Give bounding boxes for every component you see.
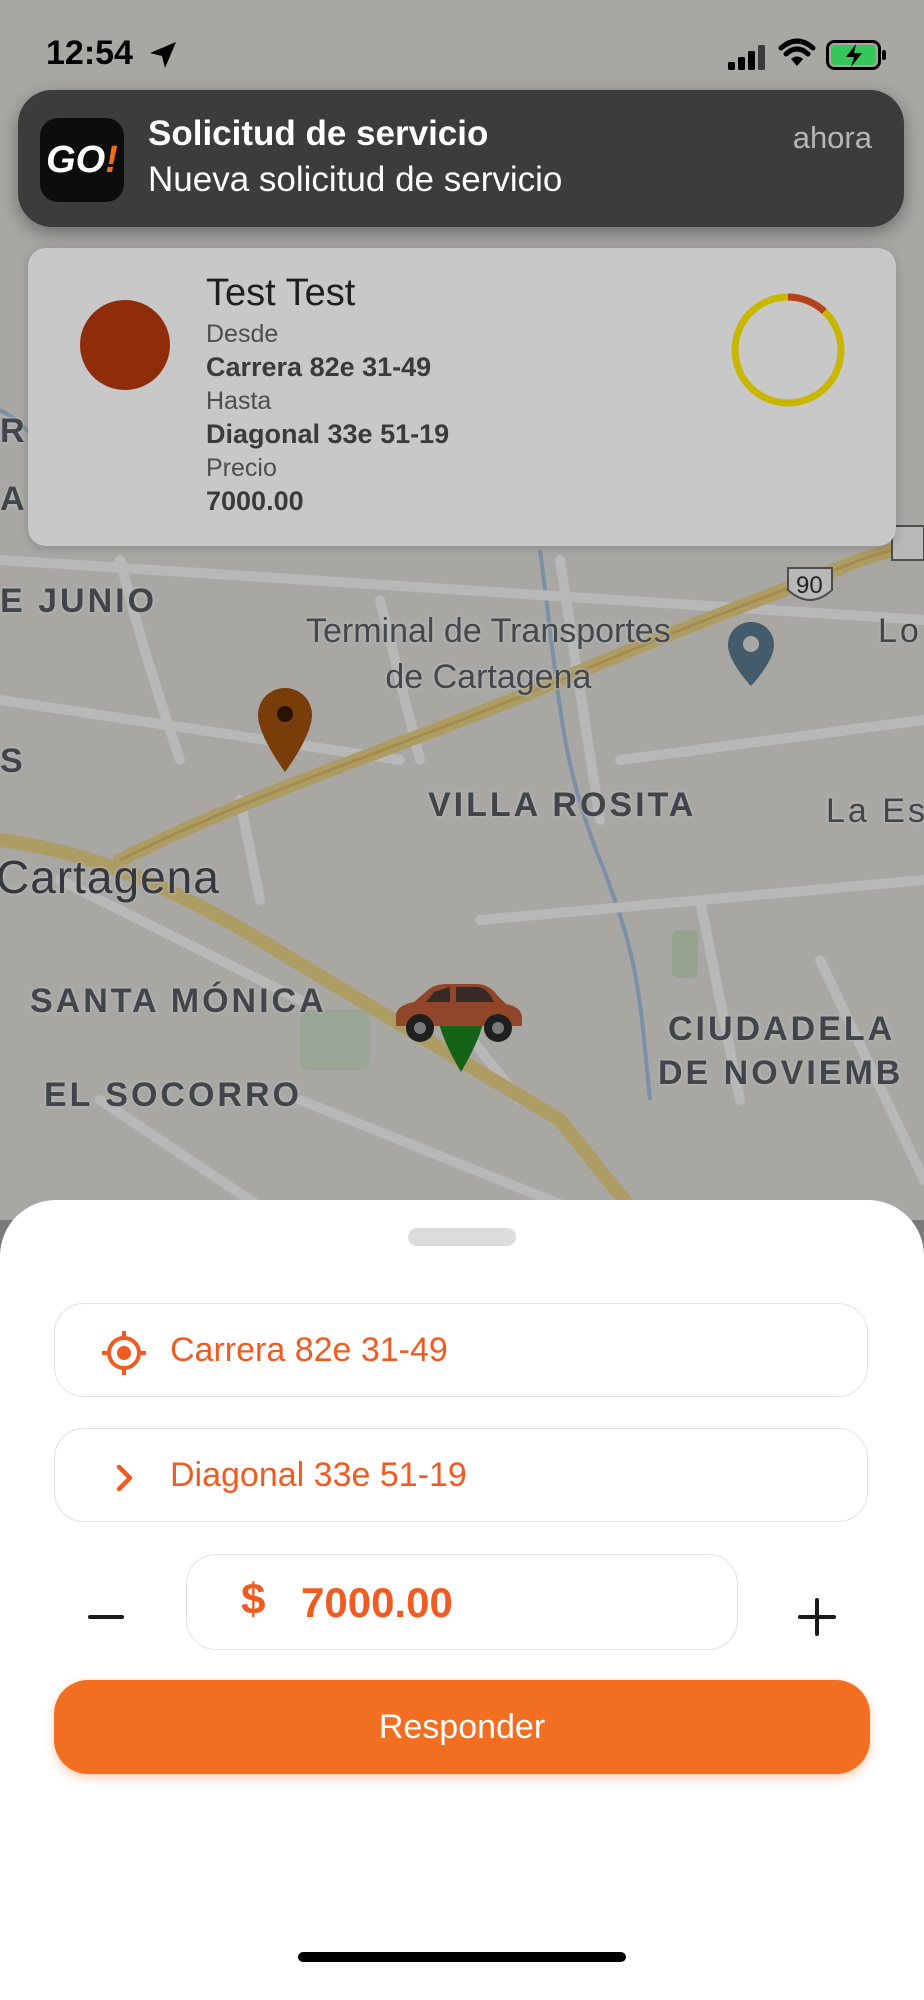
bottom-sheet[interactable]: Carrera 82e 31-49 Diagonal 33e 51-19 $ 7…	[0, 1200, 924, 2000]
price-input[interactable]: $ 7000.00	[186, 1554, 738, 1650]
timer-ring	[731, 293, 845, 407]
chevron-right-icon	[116, 1464, 133, 1492]
push-notification[interactable]: GO! Solicitud de servicio Nueva solicitu…	[18, 90, 904, 227]
app-logo-text: GO	[46, 138, 106, 181]
from-label: Desde	[206, 320, 279, 348]
home-indicator	[298, 1952, 626, 1962]
currency-symbol: $	[241, 1575, 266, 1624]
price-value: 7000.00	[206, 486, 304, 516]
price-input-value: 7000.00	[301, 1579, 453, 1626]
increase-price-button[interactable]	[782, 1582, 852, 1652]
location-arrow-icon	[150, 42, 176, 68]
notification-title: Solicitud de servicio	[148, 114, 489, 153]
to-label: Hasta	[206, 387, 272, 415]
app-logo-icon: GO!	[40, 118, 124, 202]
drag-handle[interactable]	[408, 1228, 516, 1246]
to-value: Diagonal 33e 51-19	[206, 419, 450, 449]
respond-button[interactable]: Responder	[54, 1680, 870, 1774]
destination-address: Diagonal 33e 51-19	[170, 1456, 467, 1494]
origin-address-field[interactable]: Carrera 82e 31-49	[54, 1303, 868, 1397]
notification-body: Nueva solicitud de servicio	[148, 160, 563, 199]
passenger-name: Test Test	[206, 272, 356, 314]
cellular-signal-icon	[728, 45, 765, 70]
status-bar: 12:54	[0, 0, 924, 100]
service-request-card[interactable]: Test Test Desde Carrera 82e 31-49 Hasta …	[28, 248, 896, 546]
target-location-icon	[102, 1331, 146, 1375]
wifi-icon	[778, 38, 816, 66]
battery-charging-icon	[826, 40, 886, 70]
status-time: 12:54	[46, 34, 133, 72]
decrease-price-button[interactable]	[70, 1582, 140, 1652]
price-label: Precio	[206, 454, 277, 482]
destination-address-field[interactable]: Diagonal 33e 51-19	[54, 1428, 868, 1522]
notification-time: ahora	[792, 120, 872, 155]
timer-ring-track	[731, 293, 845, 407]
origin-address: Carrera 82e 31-49	[170, 1331, 448, 1369]
app-logo-accent: !	[105, 138, 118, 181]
from-value: Carrera 82e 31-49	[206, 352, 432, 382]
passenger-avatar	[80, 300, 170, 390]
